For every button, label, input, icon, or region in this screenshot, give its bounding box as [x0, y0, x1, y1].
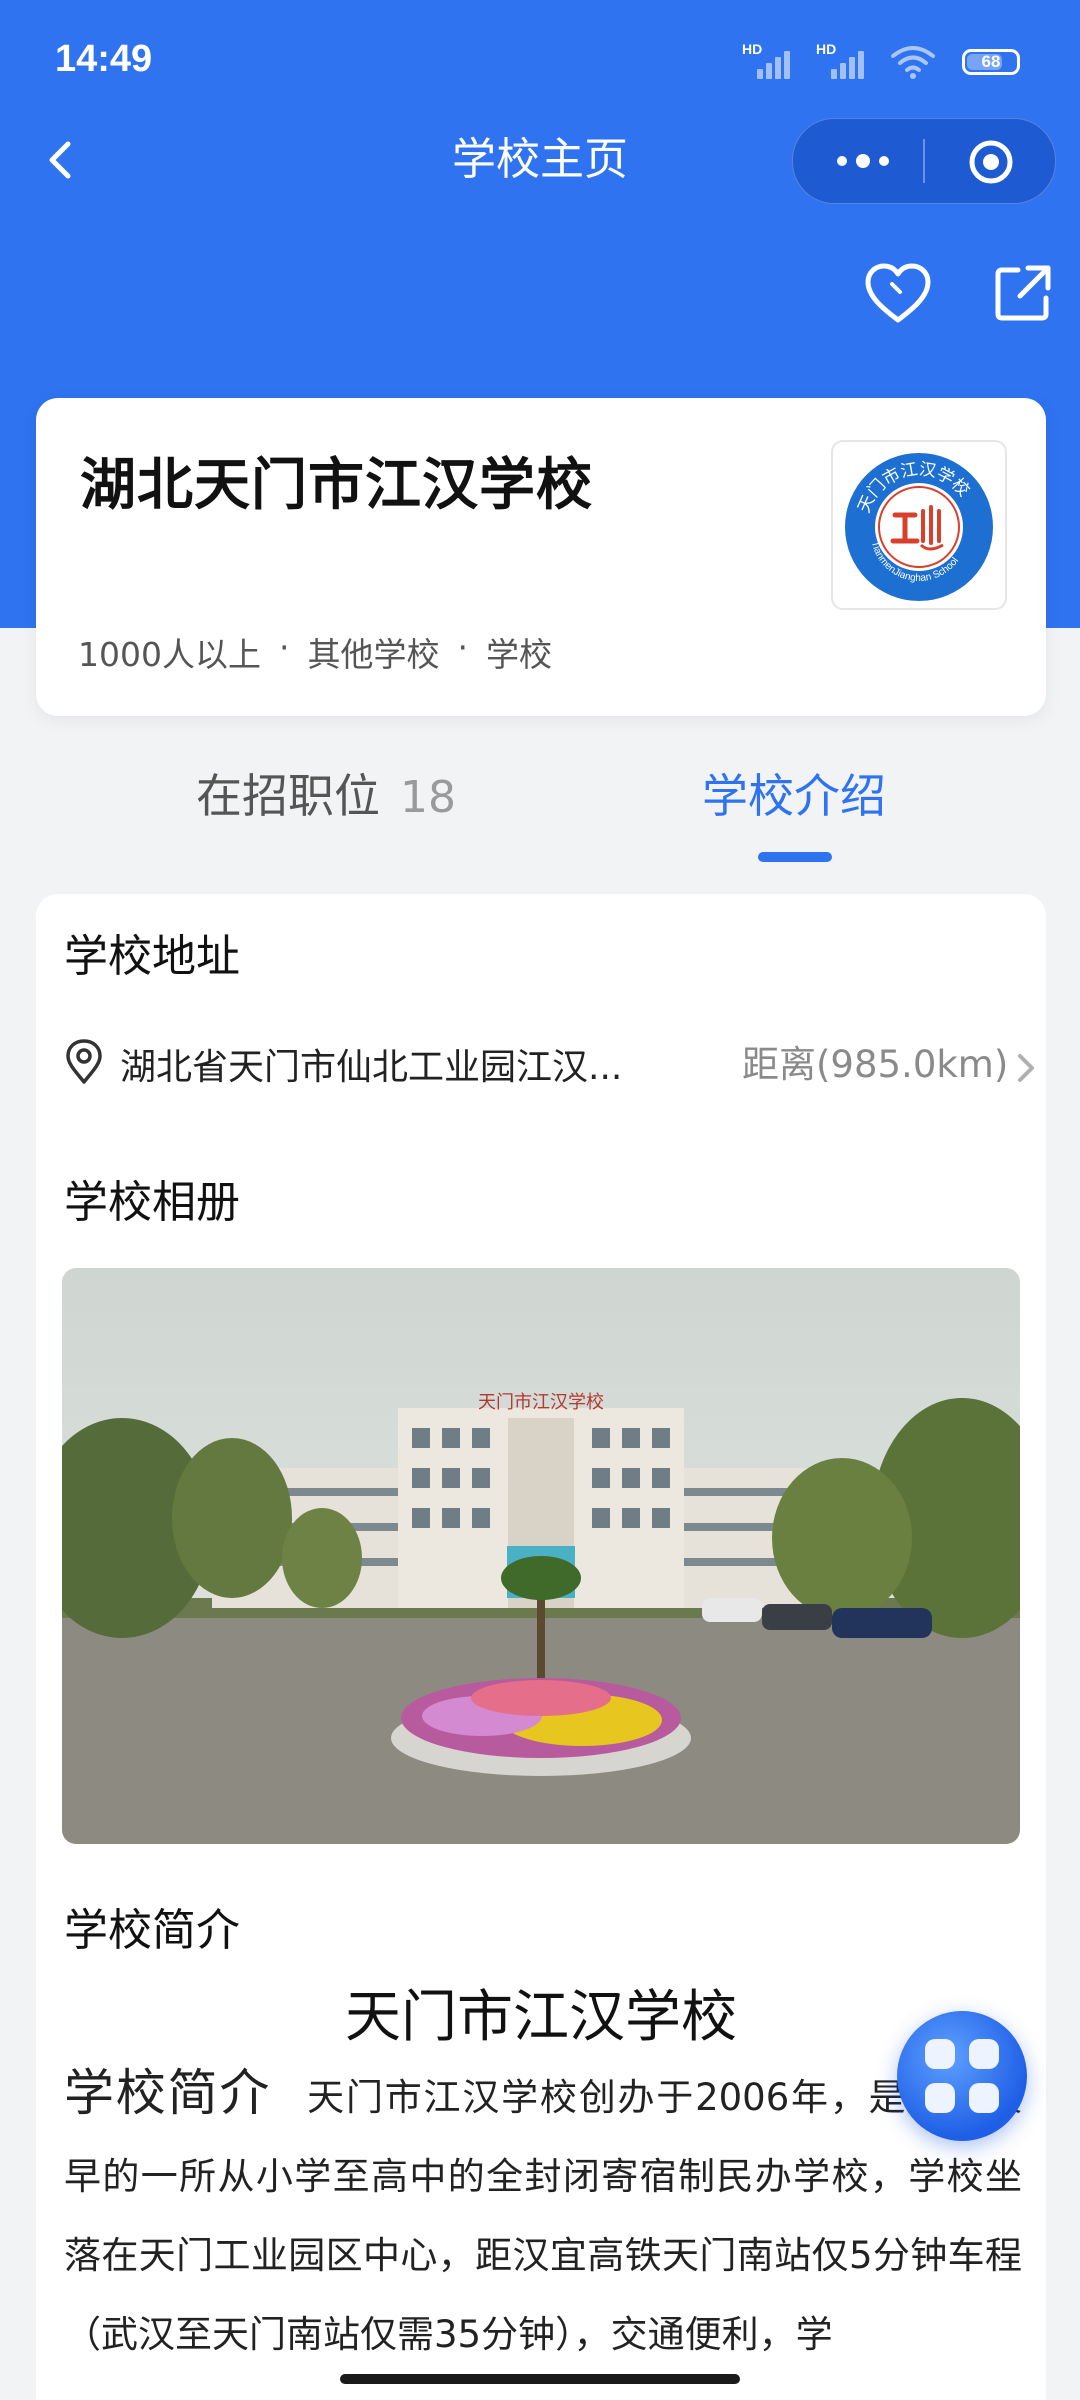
- signal-icon: HD: [742, 41, 790, 81]
- wifi-icon: [891, 46, 935, 79]
- meta-separator: ·: [457, 628, 468, 667]
- school-logo: 天门市江汉学校 TianmenJianghan School: [831, 440, 1007, 610]
- apps-grid-icon: [969, 2083, 999, 2113]
- share-icon[interactable]: [990, 260, 1056, 326]
- address-section-title: 学校地址: [64, 931, 240, 982]
- location-pin-icon: [66, 1039, 102, 1084]
- chevron-right-icon: [1018, 1054, 1034, 1082]
- apps-menu-button[interactable]: [897, 2011, 1027, 2141]
- target-icon[interactable]: [968, 139, 1014, 185]
- status-icons: HD HD 68: [742, 41, 1020, 82]
- more-dots-icon[interactable]: [828, 141, 898, 181]
- tab-school-intro[interactable]: 学校介绍: [702, 760, 886, 826]
- home-indicator[interactable]: [340, 2374, 740, 2384]
- battery-icon: 68: [962, 49, 1020, 75]
- apps-grid-icon: [925, 2083, 955, 2113]
- distance-text: 距离(985.0km): [742, 1043, 1009, 1086]
- tab-label: 学校介绍: [702, 769, 886, 823]
- apps-grid-icon: [969, 2039, 999, 2069]
- address-text: 湖北省天门市仙北工业园江汉...: [120, 1047, 623, 1088]
- tab-open-positions[interactable]: 在招职位 18: [196, 760, 456, 826]
- signal-icon: HD: [816, 41, 864, 81]
- active-tab-indicator: [758, 852, 832, 862]
- school-intro-content: 学校地址 湖北省天门市仙北工业园江汉... 距离(985.0km) 学校相册 天…: [36, 894, 1046, 2400]
- heart-icon[interactable]: [862, 258, 934, 330]
- intro-inline-heading: 学校简介: [64, 2064, 272, 2122]
- tab-label: 在招职位: [196, 769, 380, 823]
- mini-program-capsule: [792, 118, 1056, 204]
- school-size: 1000人以上: [78, 635, 261, 674]
- tab-count: 18: [400, 772, 456, 823]
- school-type: 其他学校: [307, 635, 440, 674]
- school-photo[interactable]: 天门市江汉学校: [62, 1268, 1020, 1844]
- intro-body: 学校简介 天门市江汉学校创办于2006年，是天门最早的一所从小学至高中的全封闭寄宿…: [64, 2054, 1022, 2374]
- status-time: 14:49: [55, 38, 153, 80]
- battery-level: 68: [981, 52, 1001, 71]
- address-row[interactable]: 湖北省天门市仙北工业园江汉... 距离(985.0km): [64, 1034, 1034, 1094]
- intro-heading: 天门市江汉学校: [345, 1985, 737, 2050]
- capsule-divider: [923, 139, 925, 183]
- meta-separator: ·: [278, 628, 290, 667]
- apps-grid-icon: [925, 2039, 955, 2069]
- school-name: 湖北天门市江汉学校: [80, 453, 593, 518]
- status-bar: 14:49 HD HD 68: [0, 0, 1080, 120]
- photo-sign-text: 天门市江汉学校: [478, 1392, 604, 1413]
- school-category: 学校: [485, 635, 552, 674]
- tab-bar: 在招职位 18 学校介绍: [0, 740, 1080, 862]
- intro-section-title: 学校简介: [64, 1905, 240, 1956]
- school-meta: 1000人以上 · 其他学校 · 学校: [78, 628, 552, 676]
- album-section-title: 学校相册: [64, 1177, 240, 1228]
- school-info-card: 湖北天门市江汉学校 1000人以上 · 其他学校 · 学校 天门市江汉学校 Ti…: [36, 398, 1046, 716]
